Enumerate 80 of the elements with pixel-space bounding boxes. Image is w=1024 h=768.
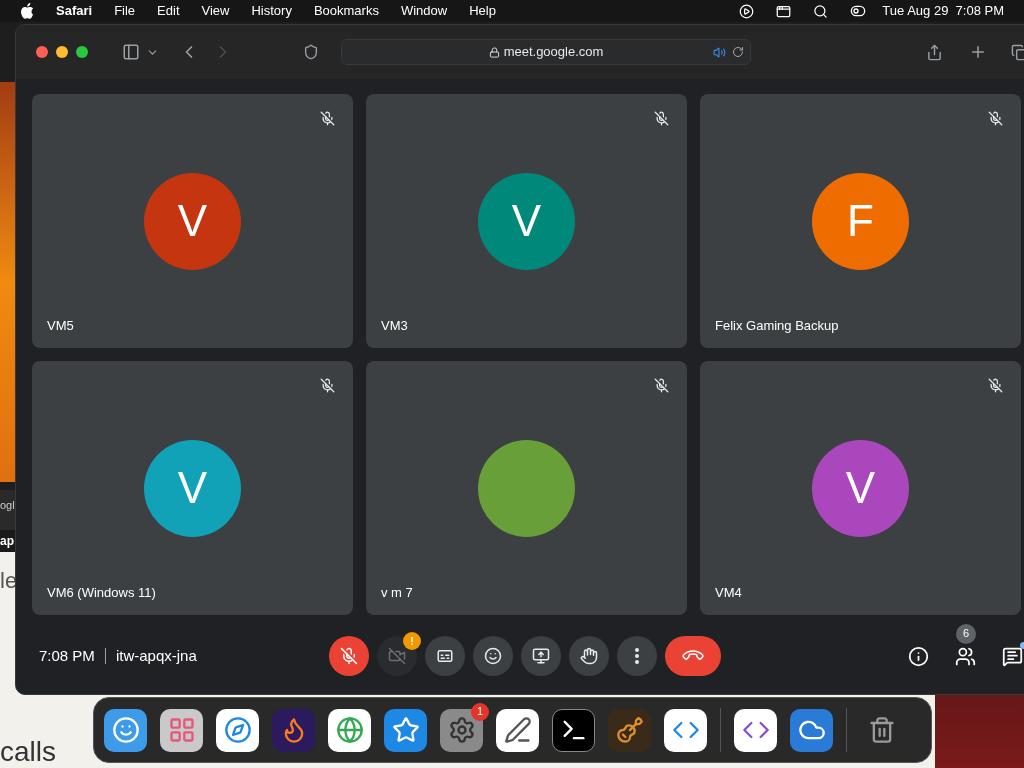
dock-app[interactable]: [790, 708, 833, 752]
chat-icon[interactable]: [1002, 645, 1023, 667]
dock-app[interactable]: [496, 708, 539, 752]
notification-badge: 1: [471, 702, 489, 721]
smiley-icon: [484, 647, 502, 665]
people-count: 6: [956, 623, 976, 644]
camera-off-icon: [388, 647, 406, 665]
play-icon[interactable]: [739, 3, 755, 19]
new-tab-icon[interactable]: [969, 43, 987, 61]
apple-icon[interactable]: [20, 3, 34, 19]
meeting-code: itw-apqx-jna: [115, 645, 197, 666]
emoji-button[interactable]: [473, 636, 513, 676]
captions-button[interactable]: [425, 636, 465, 676]
trash-icon: [867, 716, 896, 744]
hand-icon: [580, 647, 598, 665]
meeting-time: 7:08 PM: [39, 645, 95, 666]
avatar: V: [144, 439, 241, 537]
dock-app[interactable]: [216, 708, 259, 752]
warning-badge: !: [403, 632, 421, 650]
dock-app[interactable]: [272, 708, 315, 752]
mic-off-icon: [340, 647, 358, 665]
background-text: ogl: [0, 500, 15, 511]
people-icon[interactable]: [955, 645, 976, 667]
avatar: V: [812, 439, 909, 537]
window-icon[interactable]: [776, 3, 792, 19]
participant-name: Felix Gaming Backup: [715, 316, 839, 335]
participant-name: VM4: [715, 583, 742, 602]
menu-item[interactable]: History: [251, 1, 292, 21]
present-button[interactable]: [521, 636, 561, 676]
dock-app[interactable]: [664, 708, 707, 752]
background-text: ap: [0, 535, 14, 547]
menu-item[interactable]: Help: [469, 1, 496, 21]
more-icon: [635, 648, 639, 664]
background-text: le: [0, 570, 18, 592]
address-bar[interactable]: meet.google.com: [341, 39, 751, 65]
lock-icon: [488, 46, 500, 58]
avatar: V: [478, 172, 575, 270]
toggle-icon[interactable]: [850, 3, 867, 19]
app-menu[interactable]: Safari: [56, 1, 93, 21]
hand-button[interactable]: [569, 636, 609, 676]
speaker-icon[interactable]: [713, 45, 726, 59]
menu-item[interactable]: Bookmarks: [313, 1, 379, 21]
menu-item[interactable]: File: [114, 1, 136, 21]
menu-clock[interactable]: Tue Aug 29 7:08 PM: [882, 1, 1004, 21]
menu-item[interactable]: Edit: [157, 1, 180, 21]
tabs-icon[interactable]: [1011, 43, 1024, 61]
search-icon[interactable]: [813, 3, 829, 19]
background-text: calls: [0, 738, 56, 766]
sidebar-icon[interactable]: [122, 43, 140, 61]
url-text: meet.google.com: [503, 43, 604, 62]
pen-icon: [503, 716, 532, 744]
gear-icon: [447, 716, 476, 744]
present-icon: [532, 647, 550, 665]
dock-app[interactable]: [552, 708, 595, 752]
mic-button[interactable]: [329, 636, 369, 676]
compass-icon: [223, 716, 252, 744]
menu-item[interactable]: Window: [400, 1, 448, 21]
captions-icon: [436, 647, 454, 665]
participant-name: VM6 (Windows 11): [47, 583, 156, 602]
leave-button[interactable]: [665, 636, 721, 676]
dock-app[interactable]: [328, 708, 371, 752]
dock-app[interactable]: [104, 708, 147, 752]
guitar-icon: [615, 716, 644, 744]
shield-icon[interactable]: [303, 44, 319, 60]
participant-name: VM5: [47, 316, 74, 335]
dock-app[interactable]: [734, 708, 777, 752]
share-icon[interactable]: [926, 43, 943, 61]
avatar: V: [144, 172, 241, 270]
avatar: F: [812, 172, 909, 270]
reload-icon[interactable]: [732, 46, 744, 58]
info-icon[interactable]: [908, 645, 929, 667]
participant-name: VM3: [381, 316, 408, 335]
more-button[interactable]: [617, 636, 657, 676]
globe-icon: [335, 716, 364, 744]
grid-icon: [167, 716, 196, 744]
menu-item[interactable]: View: [201, 1, 230, 21]
dock-app[interactable]: [160, 708, 203, 752]
participant-name: v m 7: [381, 583, 413, 602]
dock-app[interactable]: [608, 708, 651, 752]
dock-app[interactable]: [384, 708, 427, 752]
